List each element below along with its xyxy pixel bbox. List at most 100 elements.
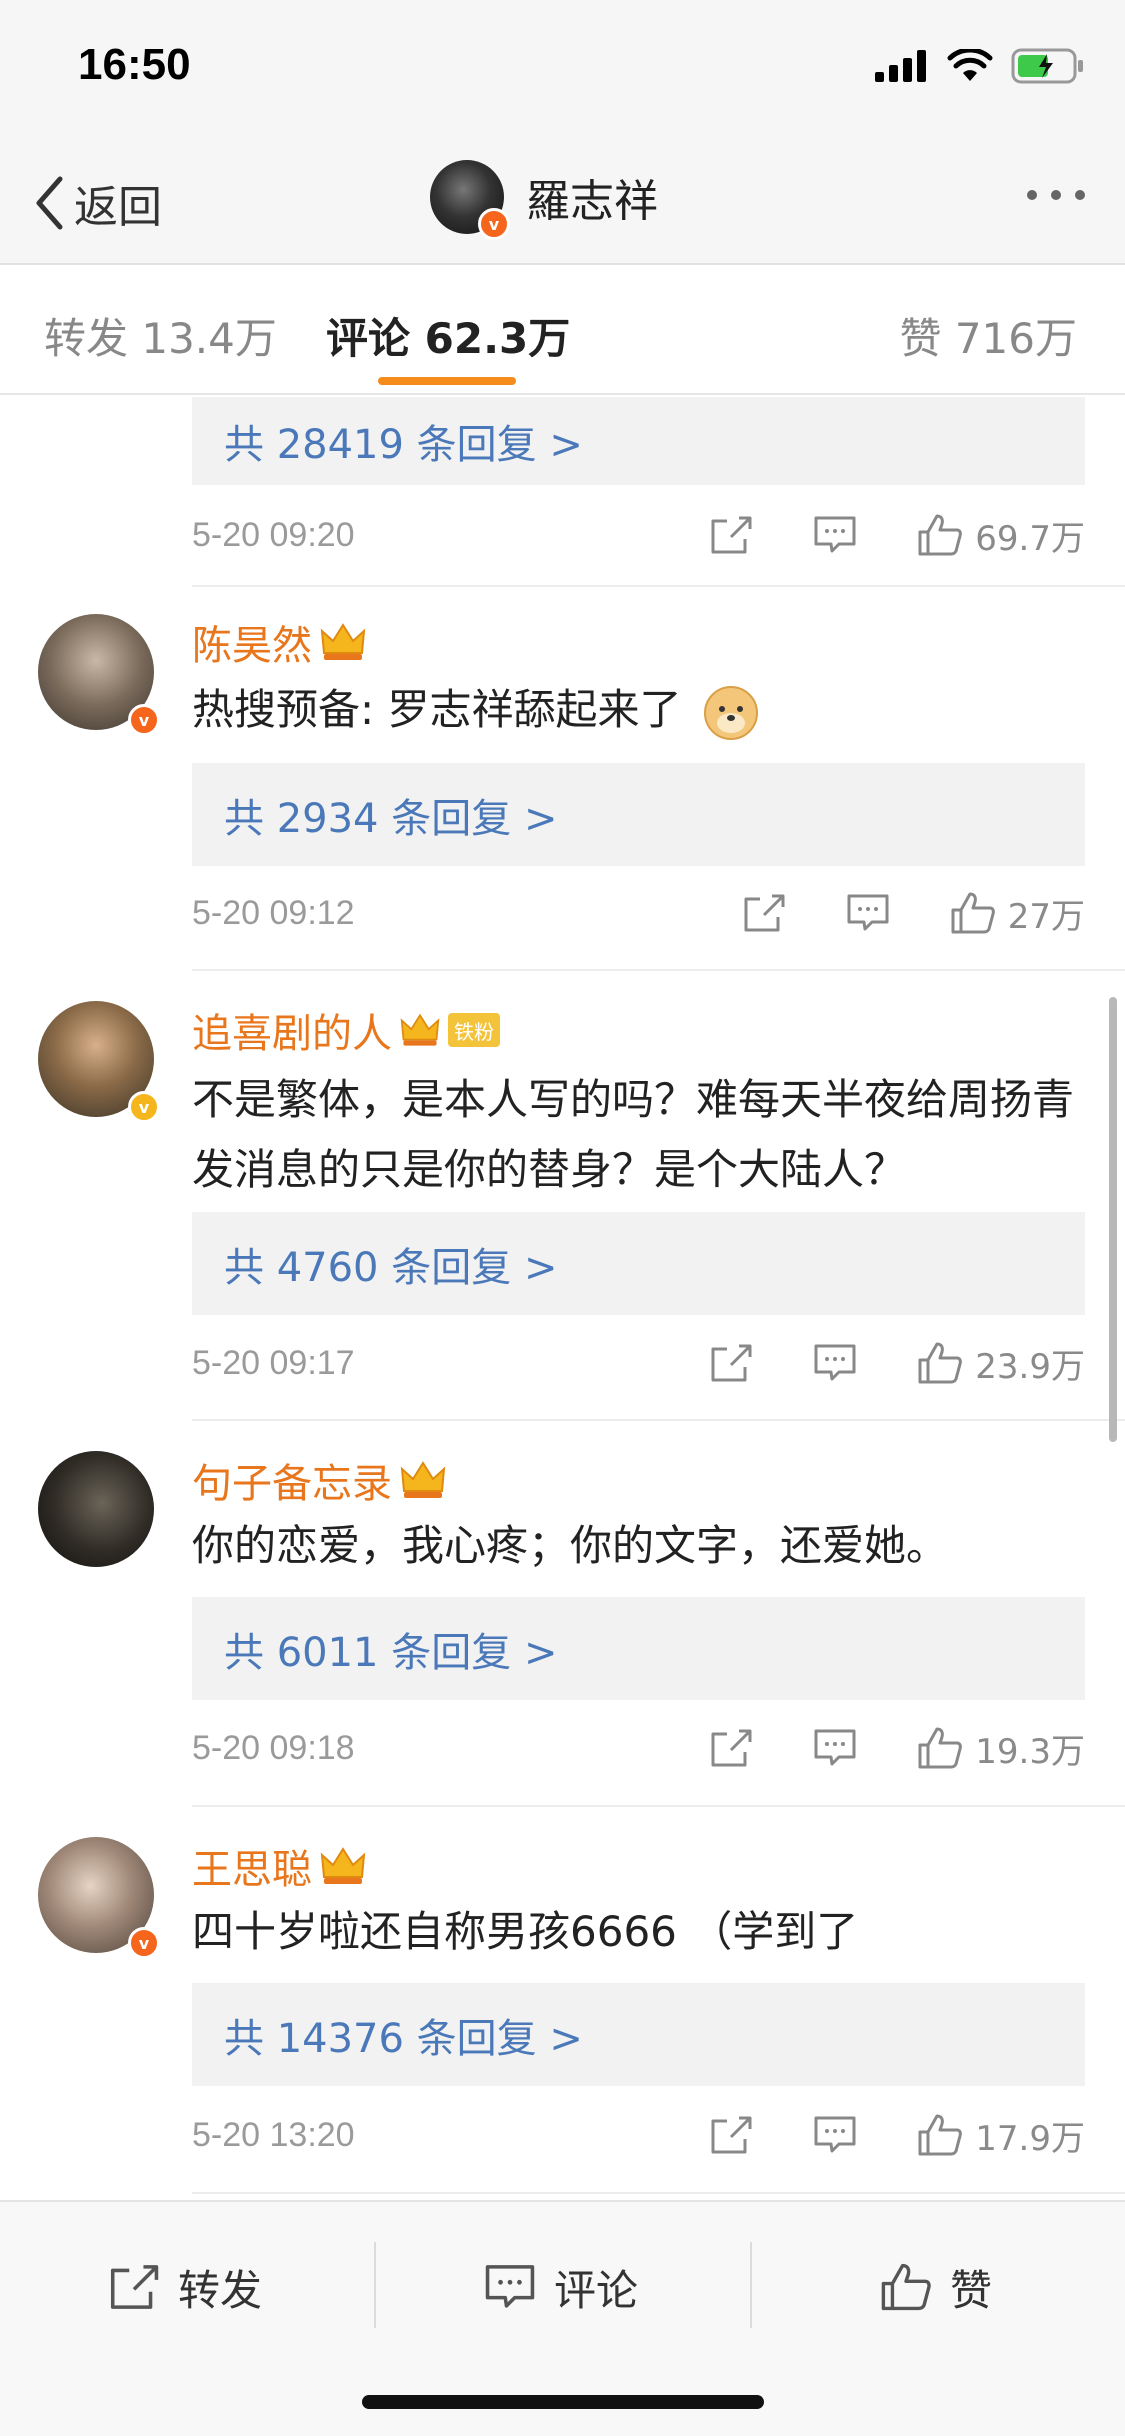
reply-summary-link[interactable]: 共 2934 条回复 > [192, 763, 1085, 866]
comment-username[interactable]: 句子备忘录 [192, 1451, 392, 1509]
like-button[interactable]: 23.9万 [917, 1339, 1085, 1388]
nav-bar: 返回 v 羅志祥 [0, 140, 1125, 265]
tab-comment[interactable]: 评论 62.3万 [326, 305, 570, 366]
crown-icon [320, 1847, 366, 1884]
crown-icon [320, 623, 366, 660]
scrollbar[interactable] [1109, 997, 1117, 1442]
reply-summary-link[interactable]: 共 28419 条回复 > [192, 397, 1085, 485]
like-button[interactable]: 19.3万 [917, 1724, 1085, 1773]
like-count: 23.9万 [975, 1346, 1085, 1387]
reply-summary-link[interactable]: 共 14376 条回复 > [192, 1983, 1085, 2086]
divider [192, 2192, 1125, 2194]
v-badge-icon: v [128, 1927, 160, 1959]
share-icon [110, 2265, 159, 2309]
like-icon [881, 2263, 931, 2311]
like-button[interactable]: 69.7万 [917, 511, 1085, 560]
comment-icon [485, 2265, 535, 2308]
avatar[interactable]: v [38, 1837, 160, 1959]
divider [192, 969, 1125, 971]
share-icon[interactable] [709, 515, 753, 555]
comment-icon[interactable] [813, 515, 857, 555]
comment-text: 你的恋爱，我心疼；你的文字，还爱她。 [192, 1521, 949, 1570]
divider [192, 585, 1125, 587]
comment-username[interactable]: 追喜剧的人 [192, 1001, 392, 1059]
like-button[interactable]: 27万 [950, 889, 1085, 938]
comment-icon[interactable] [846, 893, 890, 933]
share-icon[interactable] [709, 1343, 753, 1383]
share-icon[interactable] [742, 893, 786, 933]
share-icon[interactable] [709, 1728, 753, 1768]
more-icon[interactable] [1027, 190, 1085, 200]
comment-meta: 5-20 09:17 23.9万 [192, 1333, 1085, 1393]
like-button[interactable]: 赞 [880, 2252, 992, 2322]
like-icon [918, 514, 963, 556]
tab-repost[interactable]: 转发 13.4万 [44, 305, 277, 366]
nav-profile[interactable]: v 羅志祥 [430, 160, 658, 240]
v-badge-icon: v [128, 1091, 160, 1123]
comment-username[interactable]: 陈昊然 [192, 613, 312, 671]
signal-icon [875, 50, 926, 82]
divider [192, 1805, 1125, 1807]
like-count: 19.3万 [975, 1731, 1085, 1772]
like-label: 赞 [950, 2265, 993, 2315]
comment-meta: 5-20 09:18 19.3万 [192, 1718, 1085, 1778]
comment-text: 不是繁体，是本人写的吗？难每天半夜给周扬青发消息的只是你的替身？是个大陆人？ [192, 1075, 1075, 1194]
like-count: 27万 [1007, 896, 1085, 937]
avatar[interactable]: v [430, 160, 510, 240]
wifi-icon [947, 49, 993, 81]
like-icon [918, 1727, 963, 1769]
tab-active-indicator [378, 377, 516, 385]
like-icon [918, 1342, 963, 1384]
comment-label: 评论 [554, 2265, 639, 2315]
comment-meta: 5-20 13:20 17.9万 [192, 2105, 1085, 2165]
comment-meta: 5-20 09:20 69.7万 [192, 505, 1085, 565]
like-count: 17.9万 [975, 2118, 1085, 2159]
avatar[interactable] [38, 1451, 154, 1567]
crown-icon [400, 1013, 440, 1046]
like-icon [951, 892, 995, 934]
divider [750, 2242, 752, 2328]
v-badge-icon: v [478, 208, 510, 240]
like-count: 69.7万 [975, 518, 1085, 559]
tab-bar: 转发 13.4万 评论 62.3万 赞 716万 [0, 265, 1125, 395]
reply-summary-link[interactable]: 共 6011 条回复 > [192, 1597, 1085, 1700]
avatar[interactable]: v [38, 614, 160, 736]
comment-icon[interactable] [813, 2115, 857, 2155]
home-indicator[interactable] [362, 2395, 764, 2409]
crown-icon [400, 1461, 446, 1498]
comment-meta: 5-20 09:12 27万 [192, 883, 1085, 943]
repost-label: 转发 [178, 2265, 263, 2315]
back-chevron-icon [36, 176, 63, 230]
status-bar: 16:50 [0, 0, 1125, 140]
reply-summary-link[interactable]: 共 4760 条回复 > [192, 1212, 1085, 1315]
comment-username[interactable]: 王思聪 [192, 1837, 312, 1895]
like-button[interactable]: 17.9万 [917, 2111, 1085, 2160]
tab-like[interactable]: 赞 716万 [899, 305, 1077, 366]
comment-time: 5-20 09:17 [192, 1343, 355, 1382]
back-button[interactable]: 返回 [34, 168, 162, 238]
back-label: 返回 [74, 182, 162, 233]
comment-time: 5-20 09:12 [192, 893, 355, 932]
repost-button[interactable]: 转发 [108, 2252, 262, 2322]
like-icon [918, 2114, 963, 2156]
comment-feed[interactable]: 共 28419 条回复 > 5-20 09:20 69.7万 v 陈昊然 热搜预… [0, 397, 1125, 2200]
comment-time: 5-20 13:20 [192, 2115, 355, 2154]
comment-time: 5-20 09:18 [192, 1728, 355, 1767]
divider [192, 1419, 1125, 1421]
divider [374, 2242, 376, 2328]
comment-button[interactable]: 评论 [484, 2252, 638, 2322]
fan-badge: 铁粉 [448, 1013, 500, 1047]
avatar[interactable]: v [38, 1001, 160, 1123]
doge-emoji-icon [703, 685, 758, 740]
battery-icon [1011, 48, 1083, 84]
comment-icon[interactable] [813, 1728, 857, 1768]
share-icon[interactable] [709, 2115, 753, 2155]
comment-icon[interactable] [813, 1343, 857, 1383]
status-icons [875, 48, 1085, 84]
comment-text: 四十岁啦还自称男孩6666 （学到了 [192, 1907, 859, 1956]
comment-time: 5-20 09:20 [192, 515, 355, 554]
v-badge-icon: v [128, 704, 160, 736]
status-time: 16:50 [78, 40, 191, 89]
comment-text: 热搜预备: 罗志祥舔起来了 [192, 685, 682, 734]
page-title: 羅志祥 [526, 176, 658, 227]
